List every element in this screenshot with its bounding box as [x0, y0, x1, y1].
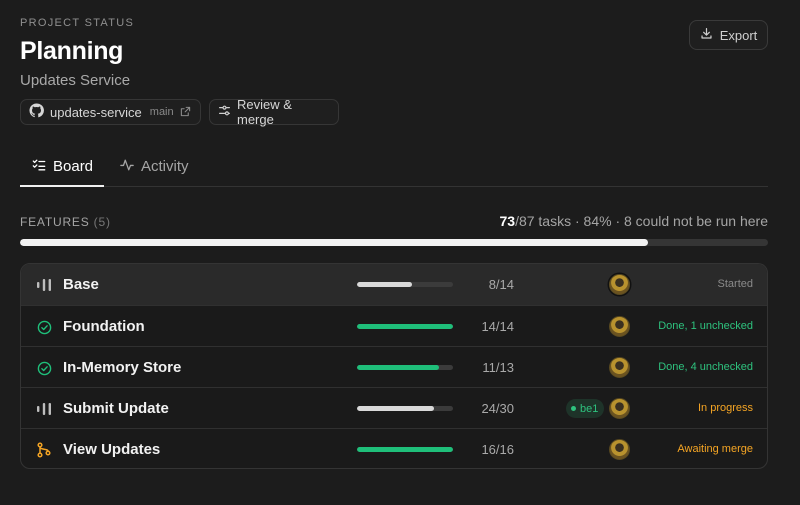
repo-name: updates-service: [50, 104, 142, 120]
export-label: Export: [719, 27, 758, 43]
feature-progress-fill: [357, 406, 434, 411]
page-subtitle: Updates Service: [20, 72, 131, 89]
feature-name: Submit Update: [63, 400, 169, 417]
repo-branch: main: [149, 106, 174, 118]
tab-board-label: Board: [53, 158, 94, 175]
feature-status: Done, 4 unchecked: [658, 361, 753, 373]
feature-name: Base: [63, 276, 99, 293]
activity-icon: [120, 158, 134, 176]
feature-progress-bar: [357, 282, 453, 287]
feature-row[interactable]: View Updates 16/16 Awaiting merge: [21, 428, 767, 468]
feature-task-count: 11/13: [482, 360, 514, 375]
feature-name: Foundation: [63, 318, 145, 335]
export-button[interactable]: Export: [689, 20, 768, 50]
branch-badge: be1: [566, 399, 605, 418]
feature-task-count: 14/14: [481, 319, 514, 334]
feature-task-count: 16/16: [481, 442, 514, 457]
review-merge-label: Review & merge: [237, 97, 292, 127]
merge-icon: [35, 441, 53, 459]
branch-dot-icon: [571, 406, 576, 411]
page-title: Planning: [20, 37, 124, 65]
avatar: [609, 274, 630, 295]
tab-activity[interactable]: Activity: [120, 150, 189, 187]
features-heading: FEATURES (5): [20, 215, 111, 229]
sliders-icon: [218, 104, 231, 120]
repo-chip[interactable]: updates-service main: [20, 99, 201, 125]
feature-row[interactable]: Submit Update 24/30 be1 In progress: [21, 387, 767, 428]
check-circle-icon: [35, 359, 53, 377]
external-link-icon: [180, 105, 191, 120]
avatar: [609, 357, 630, 378]
bars-icon: [35, 276, 53, 294]
feature-row[interactable]: Base 8/14 Started: [21, 264, 767, 305]
tasks-summary: 73/87 tasks · 84% · 8 could not be run h…: [499, 213, 768, 229]
feature-row[interactable]: In-Memory Store 11/13 Done, 4 unchecked: [21, 346, 767, 387]
feature-progress-fill: [357, 447, 453, 452]
checklist-icon: [32, 158, 46, 176]
overall-progress-fill: [20, 239, 649, 246]
features-label: FEATURES: [20, 215, 90, 229]
project-status-eyebrow: PROJECT STATUS: [20, 17, 135, 29]
avatar: [609, 398, 630, 419]
avatar: [609, 316, 630, 337]
feature-status: Done, 1 unchecked: [658, 320, 753, 332]
feature-progress-fill: [357, 324, 453, 329]
feature-row[interactable]: Foundation 14/14 Done, 1 unchecked: [21, 305, 767, 346]
overall-progress-bar: [20, 239, 768, 246]
tab-board[interactable]: Board: [20, 150, 104, 187]
feature-name: In-Memory Store: [63, 359, 182, 376]
feature-progress-bar: [357, 447, 453, 452]
feature-progress-fill: [357, 282, 412, 287]
github-icon: [29, 103, 44, 121]
feature-progress-bar: [357, 324, 453, 329]
feature-task-count: 8/14: [488, 277, 514, 292]
feature-task-count: 24/30: [481, 401, 514, 416]
feature-status: In progress: [697, 402, 753, 414]
feature-progress-bar: [357, 365, 453, 370]
check-circle-icon: [35, 318, 53, 336]
feature-status: Awaiting merge: [677, 443, 753, 455]
review-merge-button[interactable]: Review & merge: [209, 97, 339, 127]
tasks-done: 73: [499, 213, 516, 229]
avatar: [609, 439, 630, 460]
feature-name: View Updates: [63, 441, 161, 458]
feature-status: Started: [717, 278, 753, 290]
features-count: (5): [93, 215, 111, 229]
tasks-summary-rest: /87 tasks · 84% · 8 could not be run her…: [515, 213, 768, 229]
tab-bar: Board Activity: [20, 150, 768, 187]
branch-name: be1: [580, 402, 599, 415]
feature-progress-fill: [357, 365, 439, 370]
bars-icon: [35, 400, 53, 418]
features-table: Base 8/14 Started Foundation 14/14 Done, 1 un…: [20, 263, 768, 469]
feature-progress-bar: [357, 406, 453, 411]
tab-activity-label: Activity: [141, 158, 189, 175]
download-icon: [700, 27, 713, 43]
